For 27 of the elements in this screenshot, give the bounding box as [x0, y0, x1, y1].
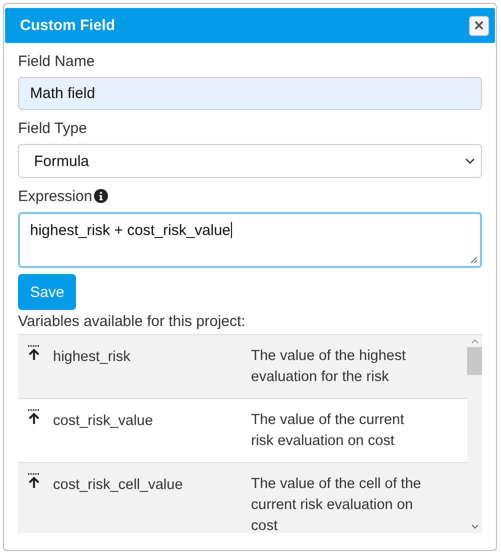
- field-label: Field Name: [18, 52, 95, 70]
- insert-arrow-icon[interactable]: [27, 345, 41, 361]
- variables-heading: Variables available for this project:: [18, 313, 246, 330]
- chevron-down-icon: [465, 158, 475, 164]
- scrollbar[interactable]: [467, 335, 482, 533]
- variable-description: The value of the current risk evaluation on cost: [251, 411, 406, 451]
- chevron-down-icon[interactable]: [470, 524, 478, 529]
- info-icon[interactable]: [94, 189, 108, 203]
- resize-grip-icon[interactable]: [470, 256, 478, 264]
- name-field[interactable]: Math field: [18, 77, 482, 110]
- variable-description: The value of the cell of the current risk evaluation on cost: [251, 475, 422, 533]
- scrollbar-thumb[interactable]: [467, 347, 482, 375]
- insert-arrow-icon[interactable]: [27, 409, 41, 425]
- variable-name: highest_risk: [52, 349, 132, 365]
- variable-name: cost_risk_cell_value: [52, 477, 184, 493]
- variable-description: The value of the highest evaluation for the risk: [251, 347, 407, 387]
- dialog-title: Custom Field: [20, 17, 116, 34]
- variable-row[interactable]: cost_risk_cell_value The value of the cell of the current risk evaluation on cost: [18, 463, 467, 533]
- type-dropdown[interactable]: Formula: [18, 144, 482, 178]
- insert-arrow-icon[interactable]: [27, 473, 41, 489]
- close-button[interactable]: ×: [469, 16, 489, 36]
- field-label: Expression: [18, 188, 92, 204]
- variable-row[interactable]: highest_risk The value of the highest evaluation for the risk: [18, 335, 467, 399]
- expression-field[interactable]: highest_risk + cost_risk_value: [18, 212, 482, 268]
- chevron-up-icon[interactable]: [470, 339, 478, 344]
- variable-name: cost_risk_value: [52, 413, 154, 429]
- field-label: Field Type: [18, 120, 87, 136]
